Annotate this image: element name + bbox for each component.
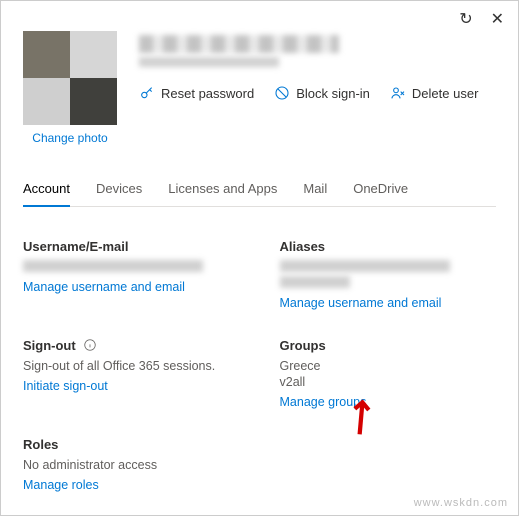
section-title: Groups [280,338,497,353]
refresh-icon[interactable]: ↻ [459,9,472,29]
reset-password-button[interactable]: Reset password [139,85,254,101]
change-photo-link[interactable]: Change photo [32,131,107,145]
group-item: Greece [280,359,497,373]
section-groups: Groups Greece v2all Manage groups [280,338,497,409]
manage-aliases-link[interactable]: Manage username and email [280,296,442,310]
section-title: Username/E-mail [23,239,240,254]
watermark: www.wskdn.com [414,497,508,509]
user-display-name [139,35,339,53]
signout-desc: Sign-out of all Office 365 sessions. [23,359,240,373]
info-icon[interactable] [83,338,97,352]
manage-roles-link[interactable]: Manage roles [23,478,99,492]
tab-bar: Account Devices Licenses and Apps Mail O… [23,181,496,207]
username-value [23,260,203,272]
initiate-signout-link[interactable]: Initiate sign-out [23,379,108,393]
section-signout: Sign-out Sign-out of all Office 365 sess… [23,338,240,409]
user-remove-icon [390,85,406,101]
section-title: Sign-out [23,338,240,353]
section-title: Roles [23,437,240,452]
alias-value-1 [280,260,450,272]
section-title: Aliases [280,239,497,254]
tab-account[interactable]: Account [23,181,70,206]
user-subtitle [139,57,279,67]
section-aliases: Aliases Manage username and email [280,239,497,310]
section-roles: Roles No administrator access Manage rol… [23,437,240,492]
alias-value-2 [280,276,350,288]
key-icon [139,85,155,101]
user-header: Change photo Reset password Block sign-i… [23,31,496,145]
block-icon [274,85,290,101]
manage-username-link[interactable]: Manage username and email [23,280,185,294]
roles-desc: No administrator access [23,458,240,472]
tab-mail[interactable]: Mail [303,181,327,206]
group-item: v2all [280,375,497,389]
tab-licenses[interactable]: Licenses and Apps [168,181,277,206]
tab-onedrive[interactable]: OneDrive [353,181,408,206]
block-signin-button[interactable]: Block sign-in [274,85,370,101]
section-username: Username/E-mail Manage username and emai… [23,239,240,310]
close-icon[interactable]: ✕ [491,9,504,29]
tab-devices[interactable]: Devices [96,181,142,206]
delete-user-button[interactable]: Delete user [390,85,478,101]
avatar [23,31,117,125]
